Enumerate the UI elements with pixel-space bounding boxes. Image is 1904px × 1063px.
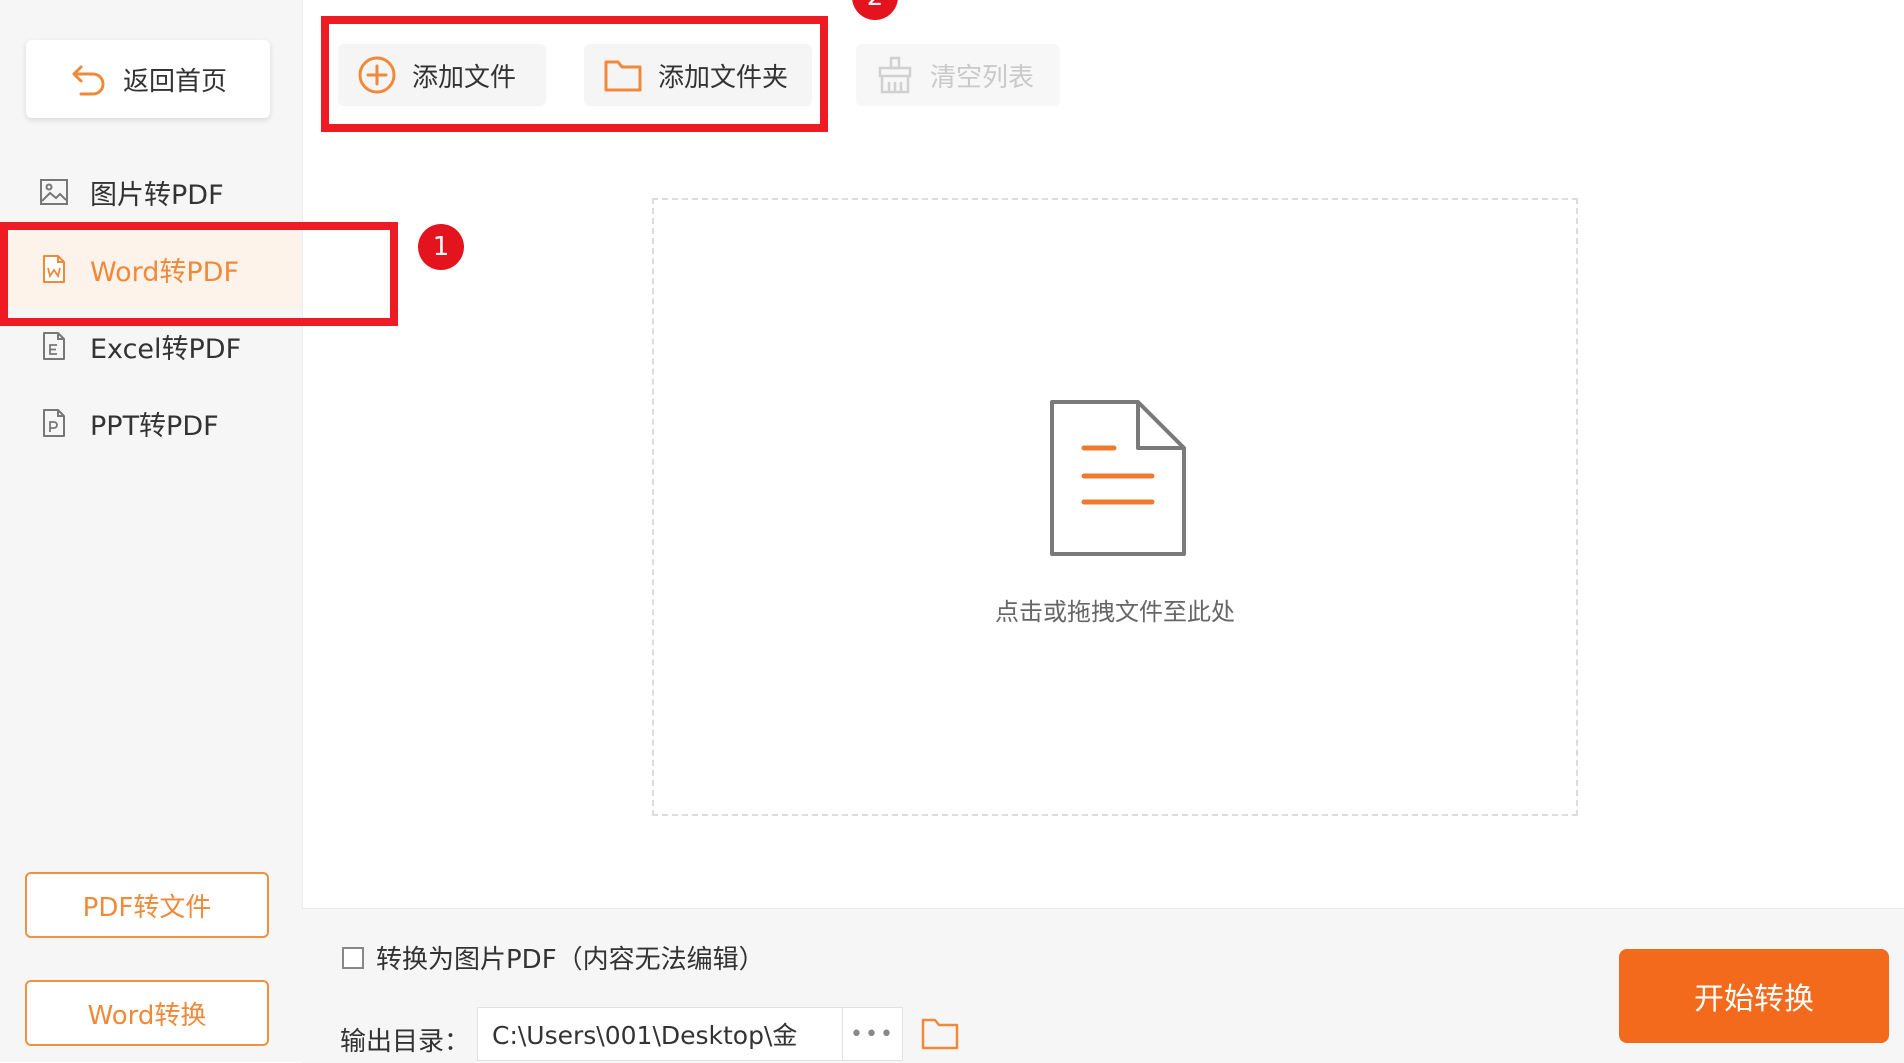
annotation-badge-2: 2 [852,0,898,20]
output-path-input[interactable]: C:\Users\001\Desktop\金 [477,1007,843,1061]
ppt-file-icon [43,409,65,437]
broom-icon [878,56,912,94]
drop-hint-text: 点击或拖拽文件至此处 [995,598,1235,626]
clear-list-label: 清空列表 [930,62,1035,93]
image-pdf-checkbox[interactable] [342,946,364,969]
sidebar-item-label: 图片转PDF [90,179,224,211]
back-home-label: 返回首页 [122,66,227,97]
sidebar: 返回首页 图片转PDF Word转PDF Excel转PDF PPT转PDF P… [0,0,303,1062]
back-arrow-icon [72,65,105,96]
sidebar-item-image-to-pdf[interactable]: 图片转PDF [0,154,302,230]
output-path-text: C:\Users\001\Desktop\金 [492,1021,798,1050]
pdf-to-file-button[interactable]: PDF转文件 [25,872,269,938]
document-icon [1050,400,1186,556]
image-pdf-label: 转换为图片PDF（内容无法编辑） [376,945,765,975]
clear-list-button[interactable]: 清空列表 [856,44,1060,106]
browse-more-button[interactable]: ••• [843,1007,903,1061]
bottom-bar: 转换为图片PDF（内容无法编辑） 输出目录： C:\Users\001\Desk… [302,908,1904,1063]
output-dir-label: 输出目录： [340,1027,471,1057]
sidebar-item-ppt-to-pdf[interactable]: PPT转PDF [0,385,302,461]
open-folder-icon[interactable] [920,1013,960,1053]
annotation-box-2 [321,16,828,132]
image-icon [40,179,68,205]
back-home-button[interactable]: 返回首页 [26,40,270,118]
word-convert-button[interactable]: Word转换 [25,980,269,1046]
excel-file-icon [43,332,65,360]
sidebar-item-label: PPT转PDF [90,410,219,442]
image-pdf-option: 转换为图片PDF（内容无法编辑） [342,939,765,976]
sidebar-item-label: Excel转PDF [90,333,242,365]
annotation-badge-1: 1 [418,224,464,270]
annotation-box-1 [0,222,398,326]
start-convert-button[interactable]: 开始转换 [1619,949,1889,1043]
file-drop-zone[interactable]: 点击或拖拽文件至此处 [652,198,1578,816]
